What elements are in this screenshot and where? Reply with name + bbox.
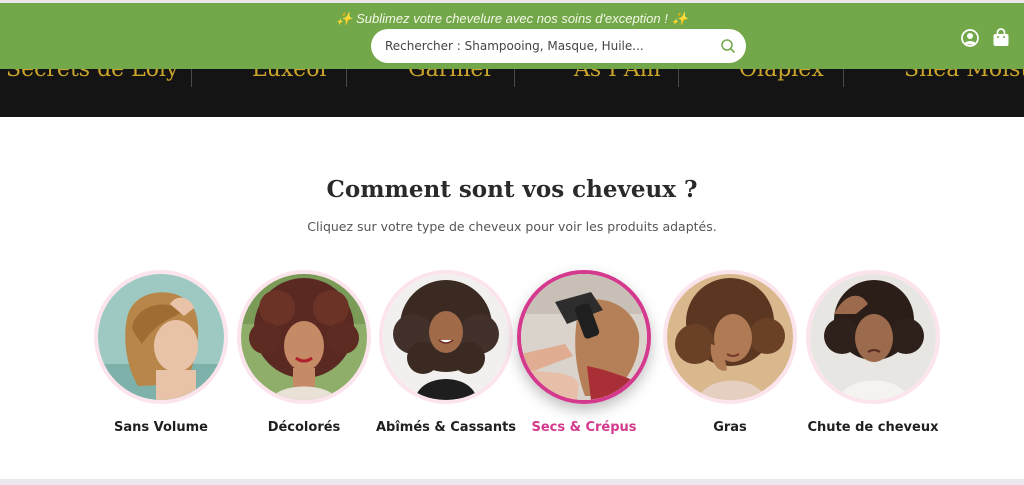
brand-link[interactable]: Luxéol xyxy=(252,69,327,82)
brand-divider xyxy=(514,69,515,87)
brand-link[interactable]: Garnier xyxy=(408,69,494,82)
search-input[interactable] xyxy=(385,29,705,63)
search-icon[interactable] xyxy=(720,38,736,54)
cart-icon[interactable] xyxy=(992,28,1010,47)
brand-link[interactable]: Shea Moisture xyxy=(904,69,1024,82)
category-image[interactable] xyxy=(379,270,513,404)
promo-banner: ✨ Sublimez votre chevelure avec nos soin… xyxy=(336,11,688,26)
brand-divider xyxy=(678,69,679,87)
category-label: Chute de cheveux xyxy=(807,420,939,435)
category-image[interactable] xyxy=(517,270,651,404)
brand-marquee: Secrets de Loly Luxéol Garnier As I Am O… xyxy=(0,69,1024,117)
category-image[interactable] xyxy=(94,270,228,404)
section-subtitle: Cliquez sur votre type de cheveux pour v… xyxy=(307,219,717,234)
brand-divider xyxy=(191,69,192,87)
brand-link[interactable]: As I Am xyxy=(574,69,661,82)
account-icon[interactable] xyxy=(961,29,979,47)
category-image[interactable] xyxy=(806,270,940,404)
brand-link[interactable]: Secrets de Loly xyxy=(6,69,179,82)
category-image[interactable] xyxy=(663,270,797,404)
browser-frame-bottom xyxy=(0,479,1024,485)
search-bar[interactable] xyxy=(371,29,746,63)
category-image[interactable] xyxy=(237,270,371,404)
brand-divider xyxy=(843,69,844,87)
brand-divider xyxy=(346,69,347,87)
site-header: ✨ Sublimez votre chevelure avec nos soin… xyxy=(0,3,1024,69)
brand-link[interactable]: Olaplex xyxy=(739,69,824,82)
section-title: Comment sont vos cheveux ? xyxy=(326,176,698,203)
